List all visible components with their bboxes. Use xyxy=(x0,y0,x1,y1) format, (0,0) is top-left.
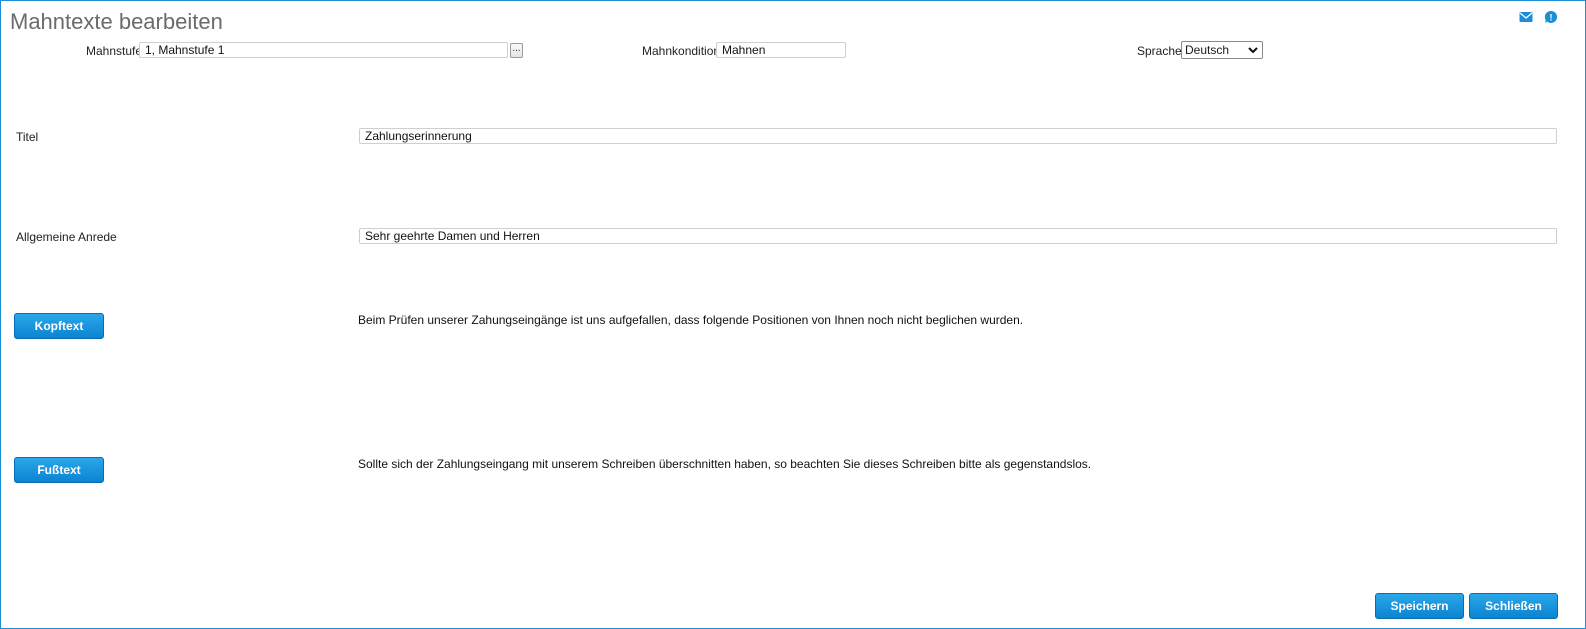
mahnkondition-field[interactable]: Mahnen xyxy=(716,42,846,58)
page-title: Mahntexte bearbeiten xyxy=(10,9,223,34)
titel-field[interactable]: Zahlungserinnerung xyxy=(359,128,1557,144)
mahnkondition-label: Mahnkondition xyxy=(642,44,721,58)
dialog-window: Mahntexte bearbeiten ! Mahnstufe 1, Mahn… xyxy=(0,0,1586,629)
mahnstufe-lookup-button[interactable]: ... xyxy=(510,43,523,58)
fusstext-content[interactable]: Sollte sich der Zahlungseingang mit unse… xyxy=(358,457,1091,471)
sprache-select[interactable]: Deutsch xyxy=(1181,41,1263,59)
fusstext-button[interactable]: Fußtext xyxy=(14,457,104,483)
anrede-label: Allgemeine Anrede xyxy=(16,230,117,244)
mahnstufe-field[interactable]: 1, Mahnstufe 1 xyxy=(139,42,508,58)
help-icon[interactable]: ! xyxy=(1544,10,1558,24)
mahnstufe-label: Mahnstufe xyxy=(86,44,143,58)
kopftext-button[interactable]: Kopftext xyxy=(14,313,104,339)
mail-icon[interactable] xyxy=(1519,10,1533,24)
titel-label: Titel xyxy=(16,130,39,144)
sprache-selected-value: Deutsch xyxy=(1185,43,1230,57)
sprache-label: Sprache xyxy=(1137,44,1182,58)
chevron-down-icon xyxy=(1248,47,1258,53)
svg-text:!: ! xyxy=(1550,13,1553,23)
close-button[interactable]: Schließen xyxy=(1469,593,1558,619)
save-button[interactable]: Speichern xyxy=(1375,593,1464,619)
anrede-field[interactable]: Sehr geehrte Damen und Herren xyxy=(359,228,1557,244)
kopftext-content[interactable]: Beim Prüfen unserer Zahungseingänge ist … xyxy=(358,313,1023,327)
